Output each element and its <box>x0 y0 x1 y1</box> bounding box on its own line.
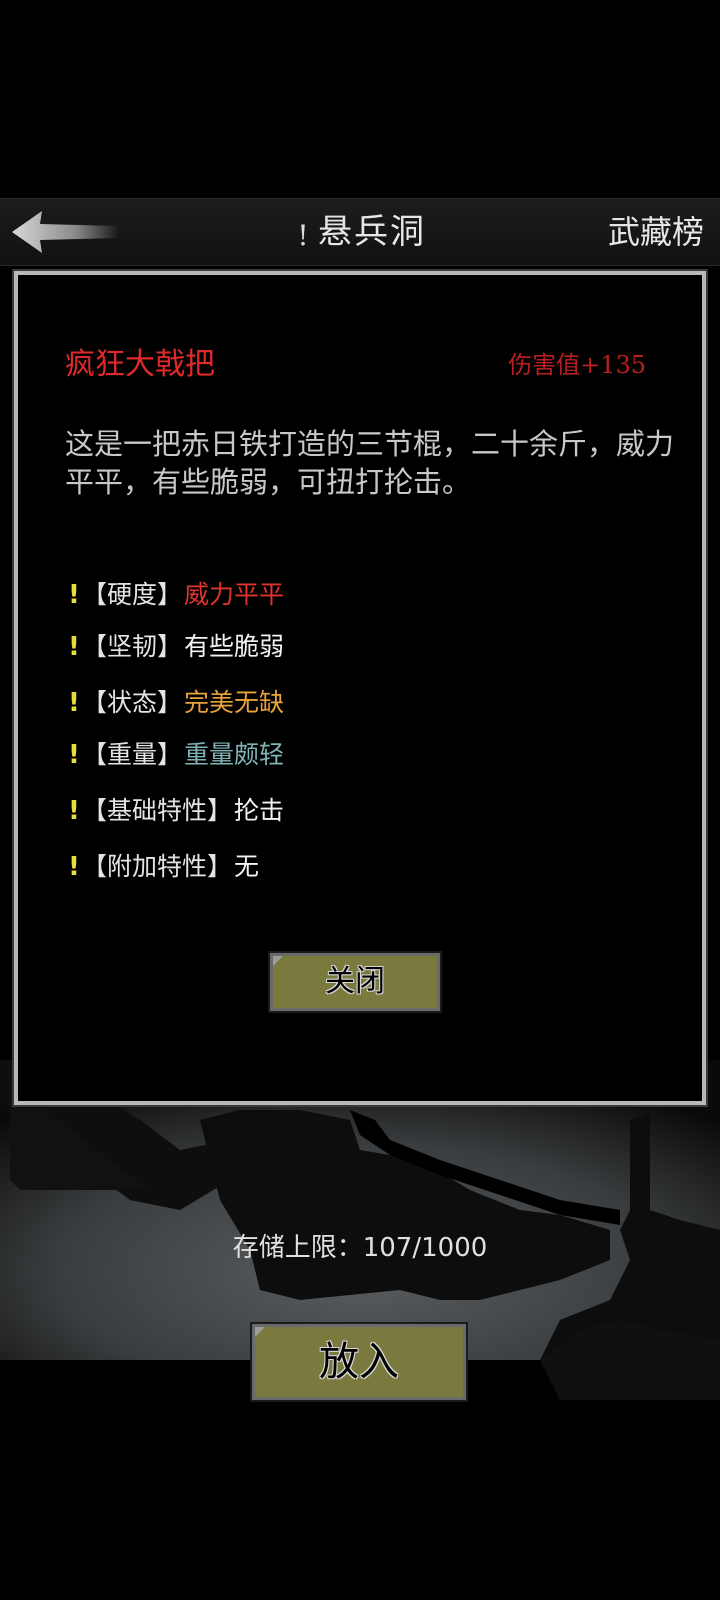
attribute-value: 有些脆弱 <box>184 632 285 661</box>
ranking-link[interactable]: 武藏榜 <box>608 209 704 255</box>
attribute-value: 威力平平 <box>184 580 285 609</box>
attribute-value: 抡击 <box>234 796 285 825</box>
attribute-value: 完美无缺 <box>184 688 285 717</box>
attribute-value: 无 <box>234 852 260 881</box>
damage-value: 伤害值+135 <box>508 351 646 379</box>
attribute-key: 【硬度】 <box>82 580 183 609</box>
alert-icon: ! <box>297 219 311 252</box>
attribute-row-condition: !【状态】完美无缺 <box>68 683 284 723</box>
exclamation-icon: ! <box>68 852 80 882</box>
location-title-text: 悬兵洞 <box>318 212 426 252</box>
exclamation-icon: ! <box>68 740 80 770</box>
attribute-key: 【坚韧】 <box>82 632 183 661</box>
exclamation-icon: ! <box>68 688 80 718</box>
attribute-key: 【基础特性】 <box>82 796 233 825</box>
button-corner-decoration <box>273 956 283 966</box>
storage-capacity: 存储上限：107/1000 <box>232 1233 488 1263</box>
exclamation-icon: ! <box>68 632 80 662</box>
game-screen: ! 悬兵洞 武藏榜 疯狂大戟把 伤害值+135 这是一把赤日铁打造的三节棍，二十余… <box>0 0 720 1600</box>
item-detail-dialog: 疯狂大戟把 伤害值+135 这是一把赤日铁打造的三节棍，二十余斤，威力平平，有些… <box>12 269 708 1107</box>
exclamation-icon: ! <box>68 796 80 826</box>
button-corner-decoration <box>255 1327 265 1337</box>
attribute-row-base-trait: !【基础特性】抡击 <box>68 791 284 831</box>
item-description: 这是一把赤日铁打造的三节棍，二十余斤，威力平平，有些脆弱，可扭打抡击。 <box>65 427 675 499</box>
attribute-row-toughness: !【坚韧】有些脆弱 <box>68 627 284 667</box>
attribute-value: 重量颇轻 <box>184 740 285 769</box>
close-button[interactable]: 关闭 <box>268 951 442 1013</box>
put-in-button[interactable]: 放入 <box>250 1322 468 1402</box>
put-in-button-label: 放入 <box>319 1339 399 1385</box>
top-bar: ! 悬兵洞 武藏榜 <box>0 198 720 266</box>
attribute-key: 【附加特性】 <box>82 852 233 881</box>
attribute-row-weight: !【重量】重量颇轻 <box>68 735 284 775</box>
attribute-key: 【状态】 <box>82 688 183 717</box>
exclamation-icon: ! <box>68 580 80 610</box>
item-name: 疯狂大戟把 <box>65 347 215 382</box>
close-button-label: 关闭 <box>325 964 385 999</box>
attribute-row-extra-trait: !【附加特性】无 <box>68 847 259 887</box>
attribute-key: 【重量】 <box>82 740 183 769</box>
attribute-row-hardness: !【硬度】威力平平 <box>68 575 284 615</box>
